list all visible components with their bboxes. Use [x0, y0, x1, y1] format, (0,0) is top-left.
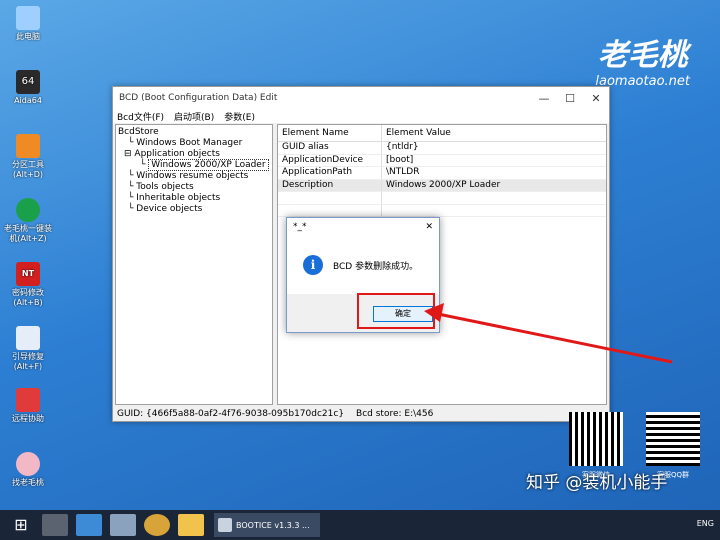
taskbar-app-label: BOOTICE v1.3.3 ...	[236, 520, 310, 530]
taskbar-app-bootice[interactable]: BOOTICE v1.3.3 ...	[214, 513, 320, 537]
monitor-icon[interactable]	[76, 514, 102, 536]
network-computer-icon[interactable]	[110, 514, 136, 536]
system-tray: ENG	[697, 519, 714, 528]
qr-code-wechat	[569, 412, 623, 466]
tray-language[interactable]: ENG	[697, 519, 714, 528]
qr-code-qq-group	[646, 412, 700, 466]
taskbar: ⊞ BOOTICE v1.3.3 ... ENG	[0, 510, 720, 540]
search-tool-icon[interactable]	[144, 514, 170, 536]
bootice-icon	[218, 518, 232, 532]
watermark: 知乎 @装机小能手	[526, 473, 668, 493]
folder-icon[interactable]	[178, 514, 204, 536]
windows-start-icon[interactable]: ⊞	[8, 514, 34, 536]
chip-icon[interactable]	[42, 514, 68, 536]
